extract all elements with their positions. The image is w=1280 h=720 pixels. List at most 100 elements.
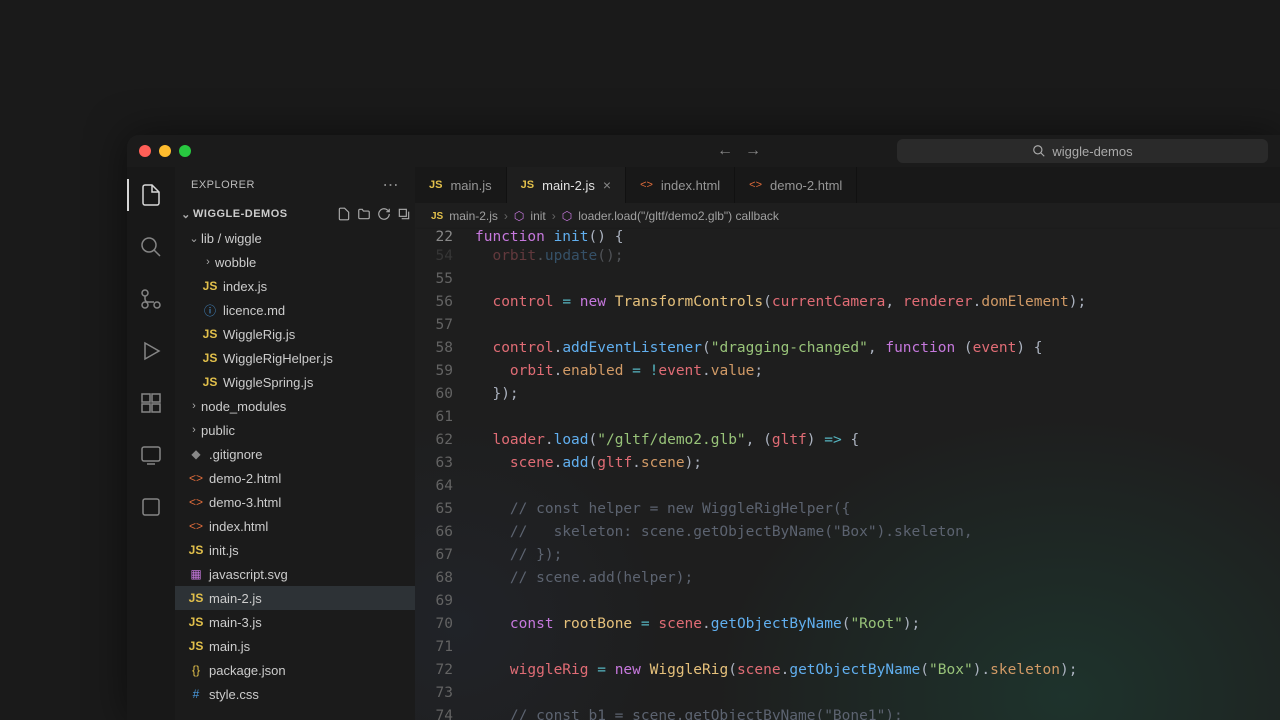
tree-label: .gitignore xyxy=(209,447,262,462)
tab-main-2-js[interactable]: JSmain-2.js× xyxy=(507,167,626,203)
code-line[interactable]: 67 // }); xyxy=(415,544,1280,567)
tree-file-stylecss[interactable]: #style.css xyxy=(175,682,415,706)
code-line[interactable]: 69 xyxy=(415,590,1280,613)
js-file-icon: JS xyxy=(201,351,219,365)
code-line[interactable]: 61 xyxy=(415,406,1280,429)
tree-file-initjs[interactable]: JSinit.js xyxy=(175,538,415,562)
sidebar-extra-icon[interactable] xyxy=(127,487,175,527)
tree-file-demo3[interactable]: <>demo-3.html xyxy=(175,490,415,514)
tree-label: public xyxy=(201,423,235,438)
code-line[interactable]: 71 xyxy=(415,636,1280,659)
tree-file-indexhtml[interactable]: <>index.html xyxy=(175,514,415,538)
code-line[interactable]: 59 orbit.enabled = !event.value; xyxy=(415,360,1280,383)
tab-main-js[interactable]: JSmain.js xyxy=(415,167,507,203)
tree-file-licence[interactable]: ⓘlicence.md xyxy=(175,298,415,322)
project-header[interactable]: ⌄ WIGGLE-DEMOS xyxy=(175,202,415,226)
tab-close-icon[interactable]: × xyxy=(603,177,611,193)
code-content: orbit.enabled = !event.value; xyxy=(475,360,763,383)
tree-label: javascript.svg xyxy=(209,567,288,582)
tab-index-html[interactable]: <>index.html xyxy=(626,167,735,203)
code-line[interactable]: 57 xyxy=(415,314,1280,337)
line-number: 73 xyxy=(415,682,475,705)
tree-label: index.js xyxy=(223,279,267,294)
breadcrumb[interactable]: JS main-2.js › ⬡ init › ⬡ loader.load("/… xyxy=(415,203,1280,229)
info-file-icon: ⓘ xyxy=(201,302,219,319)
tree-label: demo-2.html xyxy=(209,471,281,486)
extensions-icon[interactable] xyxy=(127,383,175,423)
line-number: 58 xyxy=(415,337,475,360)
line-number: 59 xyxy=(415,360,475,383)
tree-file-gitignore[interactable]: ◆ .gitignore xyxy=(175,442,415,466)
sticky-scroll[interactable]: 22 function init() { xyxy=(415,229,1280,245)
tree-folder-public[interactable]: ›public xyxy=(175,418,415,442)
tree-label: lib / wiggle xyxy=(201,231,262,246)
gitignore-file-icon: ◆ xyxy=(187,447,205,461)
tree-file-demo2[interactable]: <>demo-2.html xyxy=(175,466,415,490)
js-file-icon: JS xyxy=(521,179,534,191)
tree-folder-wobble[interactable]: ›wobble xyxy=(175,250,415,274)
tree-folder-lib-wiggle[interactable]: ⌄lib / wiggle xyxy=(175,226,415,250)
activity-bar xyxy=(127,167,175,720)
window-close-button[interactable] xyxy=(139,145,151,157)
sidebar-more-icon[interactable]: ⋯ xyxy=(383,175,400,195)
code-line[interactable]: 64 xyxy=(415,475,1280,498)
line-number: 22 xyxy=(415,229,475,245)
tree-file-package[interactable]: {}package.json xyxy=(175,658,415,682)
command-center[interactable]: wiggle-demos xyxy=(897,139,1268,163)
search-view-icon[interactable] xyxy=(127,227,175,267)
breadcrumb-item[interactable]: init xyxy=(530,209,545,223)
code-line[interactable]: 73 xyxy=(415,682,1280,705)
nav-arrows: ← → xyxy=(717,142,761,160)
collapse-all-icon[interactable] xyxy=(397,207,411,221)
code-line[interactable]: 62 loader.load("/gltf/demo2.glb", (gltf)… xyxy=(415,429,1280,452)
code-line[interactable]: 56 control = new TransformControls(curre… xyxy=(415,291,1280,314)
js-file-icon: JS xyxy=(201,375,219,389)
code-line[interactable]: 68 // scene.add(helper); xyxy=(415,567,1280,590)
tree-file-jssvg[interactable]: ▦javascript.svg xyxy=(175,562,415,586)
run-debug-icon[interactable] xyxy=(127,331,175,371)
tree-folder-node-modules[interactable]: ›node_modules xyxy=(175,394,415,418)
nav-back-icon[interactable]: ← xyxy=(717,142,733,160)
js-file-icon: JS xyxy=(187,639,205,653)
explorer-icon[interactable] xyxy=(127,175,175,215)
code-line[interactable]: 65 // const helper = new WiggleRigHelper… xyxy=(415,498,1280,521)
code-line[interactable]: 70 const rootBone = scene.getObjectByNam… xyxy=(415,613,1280,636)
line-number: 74 xyxy=(415,705,475,720)
code-line[interactable]: 55 xyxy=(415,268,1280,291)
refresh-icon[interactable] xyxy=(377,207,391,221)
code-line[interactable]: 72 wiggleRig = new WiggleRig(scene.getOb… xyxy=(415,659,1280,682)
tree-file-main3[interactable]: JSmain-3.js xyxy=(175,610,415,634)
source-control-icon[interactable] xyxy=(127,279,175,319)
code-content: // scene.add(helper); xyxy=(475,567,693,590)
breadcrumb-item[interactable]: main-2.js xyxy=(449,209,498,223)
code-line[interactable]: 63 scene.add(gltf.scene); xyxy=(415,452,1280,475)
tree-file-wigglerighelper[interactable]: JSWiggleRigHelper.js xyxy=(175,346,415,370)
remote-icon[interactable] xyxy=(127,435,175,475)
tree-file-wigglerig[interactable]: JSWiggleRig.js xyxy=(175,322,415,346)
breadcrumb-sep: › xyxy=(552,209,556,223)
search-icon xyxy=(1032,144,1046,158)
tree-file-wigglespring[interactable]: JSWiggleSpring.js xyxy=(175,370,415,394)
line-number: 57 xyxy=(415,314,475,337)
tab-demo-2-html[interactable]: <>demo-2.html xyxy=(735,167,857,203)
json-file-icon: {} xyxy=(187,663,205,677)
code-line[interactable]: 74 // const b1 = scene.getObjectByName("… xyxy=(415,705,1280,720)
js-file-icon: JS xyxy=(201,327,219,341)
nav-forward-icon[interactable]: → xyxy=(745,142,761,160)
code-line[interactable]: 60 }); xyxy=(415,383,1280,406)
tree-file-index-js[interactable]: JSindex.js xyxy=(175,274,415,298)
code-editor[interactable]: 54 orbit.update();5556 control = new Tra… xyxy=(415,245,1280,720)
window-maximize-button[interactable] xyxy=(179,145,191,157)
tree-file-mainjs[interactable]: JSmain.js xyxy=(175,634,415,658)
code-line[interactable]: 58 control.addEventListener("dragging-ch… xyxy=(415,337,1280,360)
tree-file-main2[interactable]: JSmain-2.js xyxy=(175,586,415,610)
new-folder-icon[interactable] xyxy=(357,207,371,221)
js-file-icon: JS xyxy=(429,179,442,191)
new-file-icon[interactable] xyxy=(337,207,351,221)
breadcrumb-item[interactable]: loader.load("/gltf/demo2.glb") callback xyxy=(578,209,779,223)
code-content: // const helper = new WiggleRigHelper({ xyxy=(475,498,850,521)
project-actions xyxy=(337,207,411,221)
code-line[interactable]: 54 orbit.update(); xyxy=(415,245,1280,268)
code-line[interactable]: 66 // skeleton: scene.getObjectByName("B… xyxy=(415,521,1280,544)
window-minimize-button[interactable] xyxy=(159,145,171,157)
